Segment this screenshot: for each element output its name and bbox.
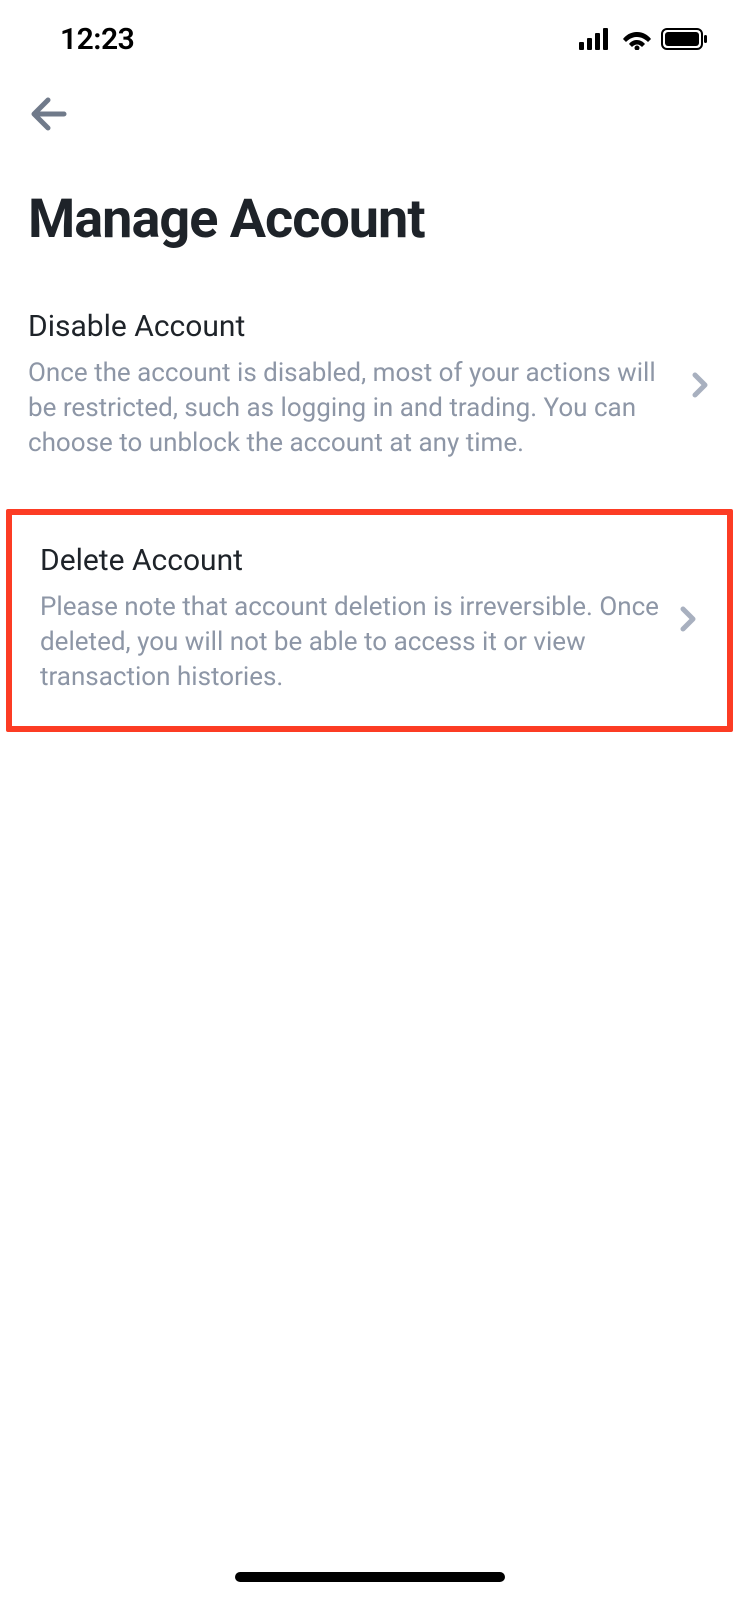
delete-account-item[interactable]: Delete Account Please note that account …: [12, 515, 727, 725]
settings-list: Disable Account Once the account is disa…: [0, 281, 739, 732]
back-button[interactable]: [28, 94, 68, 134]
status-time: 12:23: [60, 22, 134, 57]
arrow-left-icon: [28, 94, 68, 134]
highlighted-item-box: Delete Account Please note that account …: [6, 509, 733, 731]
disable-account-title: Disable Account: [28, 309, 673, 344]
disable-account-description: Once the account is disabled, most of yo…: [28, 356, 673, 461]
battery-icon: [661, 28, 709, 50]
cellular-signal-icon: [579, 28, 613, 50]
list-item-text: Delete Account Please note that account …: [40, 543, 679, 695]
list-item-text: Disable Account Once the account is disa…: [28, 309, 691, 461]
disable-account-item[interactable]: Disable Account Once the account is disa…: [0, 281, 739, 491]
status-bar: 12:23: [0, 0, 739, 64]
wifi-icon: [621, 28, 653, 50]
home-indicator: [235, 1572, 505, 1582]
chevron-right-icon: [691, 371, 711, 399]
page-title: Manage Account: [0, 138, 739, 281]
delete-account-description: Please note that account deletion is irr…: [40, 590, 661, 695]
chevron-right-icon: [679, 605, 699, 633]
delete-account-title: Delete Account: [40, 543, 661, 578]
status-icons: [579, 28, 709, 50]
nav-bar: [0, 64, 739, 138]
